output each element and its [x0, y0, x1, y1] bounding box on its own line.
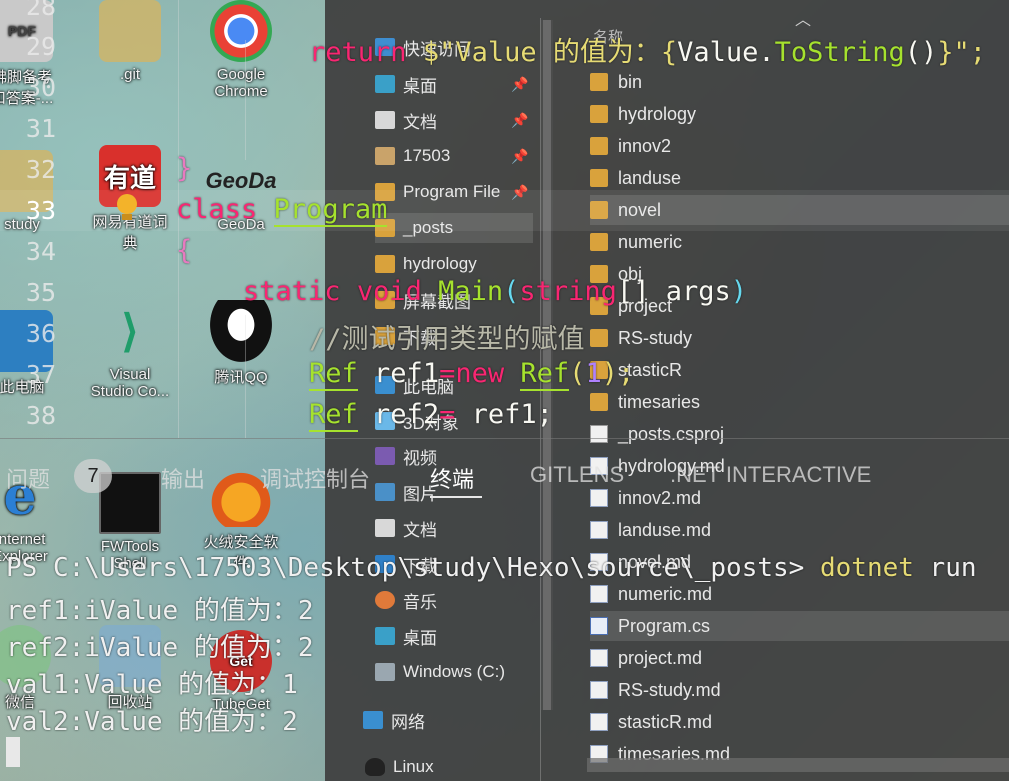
line-number: 28 [25, 0, 56, 21]
current-line-highlight [0, 190, 1009, 231]
file-name: Program.cs [618, 615, 711, 636]
code-line-36: //测试引用类型的赋值 [309, 324, 585, 355]
file-row[interactable]: numeric.md [590, 579, 1009, 609]
file-row[interactable]: stasticR.md [590, 707, 1009, 737]
code-line-29: return $"Value 的值为：{Value.ToString()}"; [309, 37, 987, 68]
tab-problems[interactable]: 问题 [6, 462, 50, 494]
nav-item-documents-pc[interactable]: 文档 [375, 513, 535, 543]
line-number: 38 [25, 401, 56, 430]
document-icon [375, 519, 395, 537]
file-row[interactable]: Program.cs [590, 611, 1009, 641]
indent-guide [245, 315, 246, 438]
video-icon [375, 447, 395, 465]
terminal-cursor[interactable] [6, 737, 20, 767]
active-tab-indicator [430, 496, 482, 498]
desktop-icon [375, 627, 395, 645]
code-line-34: { [176, 235, 193, 266]
code-line-38: Ref ref2= ref1; [309, 399, 553, 432]
nav-item-linux[interactable]: Linux [365, 752, 525, 781]
code-line-33: class Program [176, 194, 388, 227]
file-name: innov2.md [618, 487, 702, 508]
nav-item-music[interactable]: 音乐 [375, 585, 535, 615]
picture-icon [375, 483, 395, 501]
line-number: 34 [25, 237, 56, 266]
network-icon [363, 711, 383, 729]
markdown-file-icon [590, 521, 608, 539]
nav-item-drive-c[interactable]: Windows (C:) [375, 657, 535, 687]
file-row[interactable]: project.md [590, 643, 1009, 673]
linux-icon [365, 758, 385, 776]
line-number-active: 33 [25, 196, 56, 225]
drive-icon [375, 663, 395, 681]
code-line-32: } [176, 153, 193, 184]
csharp-file-icon [590, 617, 608, 635]
terminal-output-line: ref2:iValue 的值为：2 [6, 633, 314, 663]
music-icon [375, 591, 395, 609]
tab-net-interactive[interactable]: .NET INTERACTIVE [670, 462, 871, 488]
file-name: project.md [618, 647, 703, 668]
code-line-35: static void Main(string[] args) [243, 276, 748, 307]
nav-item-network[interactable]: 网络 [363, 705, 523, 735]
line-number: 31 [25, 114, 56, 143]
markdown-file-icon [590, 649, 608, 667]
line-number: 35 [25, 278, 56, 307]
terminal-output-line: val2:Value 的值为：2 [6, 707, 298, 737]
markdown-file-icon [590, 489, 608, 507]
markdown-file-icon [590, 713, 608, 731]
file-name: stasticR.md [618, 711, 713, 732]
tab-debug-console[interactable]: 调试控制台 [260, 462, 370, 494]
terminal-prompt-line[interactable]: PS C:\Users\17503\Desktop\study\Hexo\sou… [6, 553, 977, 583]
problems-count-badge: 7 [74, 459, 112, 493]
horizontal-scrollbar[interactable] [587, 758, 1009, 772]
lightbulb-icon[interactable] [117, 194, 137, 222]
markdown-file-icon [590, 585, 608, 603]
line-number: 36 [25, 319, 56, 348]
file-name: RS-study.md [618, 679, 721, 700]
file-name: landuse.md [618, 519, 712, 540]
markdown-file-icon [590, 681, 608, 699]
line-number: 37 [25, 360, 56, 389]
line-number: 30 [25, 73, 56, 102]
panel-separator[interactable] [0, 438, 1009, 439]
file-row[interactable]: RS-study.md [590, 675, 1009, 705]
tab-output[interactable]: 输出 [161, 462, 205, 494]
terminal-output-line: ref1:iValue 的值为：2 [6, 596, 314, 626]
line-number: 32 [25, 155, 56, 184]
nav-item-desktop-pc[interactable]: 桌面 [375, 621, 535, 651]
file-name: numeric.md [618, 583, 713, 604]
tab-gitlens[interactable]: GITLENS [530, 462, 624, 488]
terminal-output-line: val1:Value 的值为：1 [6, 670, 298, 700]
tab-terminal[interactable]: 终端 [430, 462, 474, 494]
code-editor[interactable]: 28 29 30 31 32 33 34 35 36 37 38 return … [0, 0, 1009, 438]
file-row[interactable]: landuse.md [590, 515, 1009, 545]
code-line-37: Ref ref1=new Ref(1); [309, 358, 635, 391]
indent-guide [245, 40, 246, 160]
line-number: 29 [25, 32, 56, 61]
